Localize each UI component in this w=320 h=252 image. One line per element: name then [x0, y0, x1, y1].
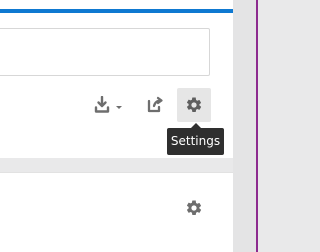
gear-icon — [186, 200, 202, 215]
settings-tooltip: Settings — [167, 123, 224, 155]
gear-icon — [186, 97, 202, 112]
download-button[interactable] — [93, 93, 127, 117]
share-icon — [147, 96, 163, 113]
chevron-down-icon — [116, 106, 122, 109]
share-button[interactable] — [142, 93, 168, 117]
page: Settings — [0, 0, 258, 252]
accent-bar — [0, 9, 233, 13]
download-icon — [94, 96, 122, 113]
top-panel: Settings — [0, 0, 233, 158]
settings-button[interactable] — [177, 88, 211, 122]
right-gutter — [233, 0, 258, 252]
panel-settings-button[interactable] — [181, 195, 207, 221]
text-input-area[interactable] — [0, 28, 210, 76]
right-border — [256, 0, 258, 252]
